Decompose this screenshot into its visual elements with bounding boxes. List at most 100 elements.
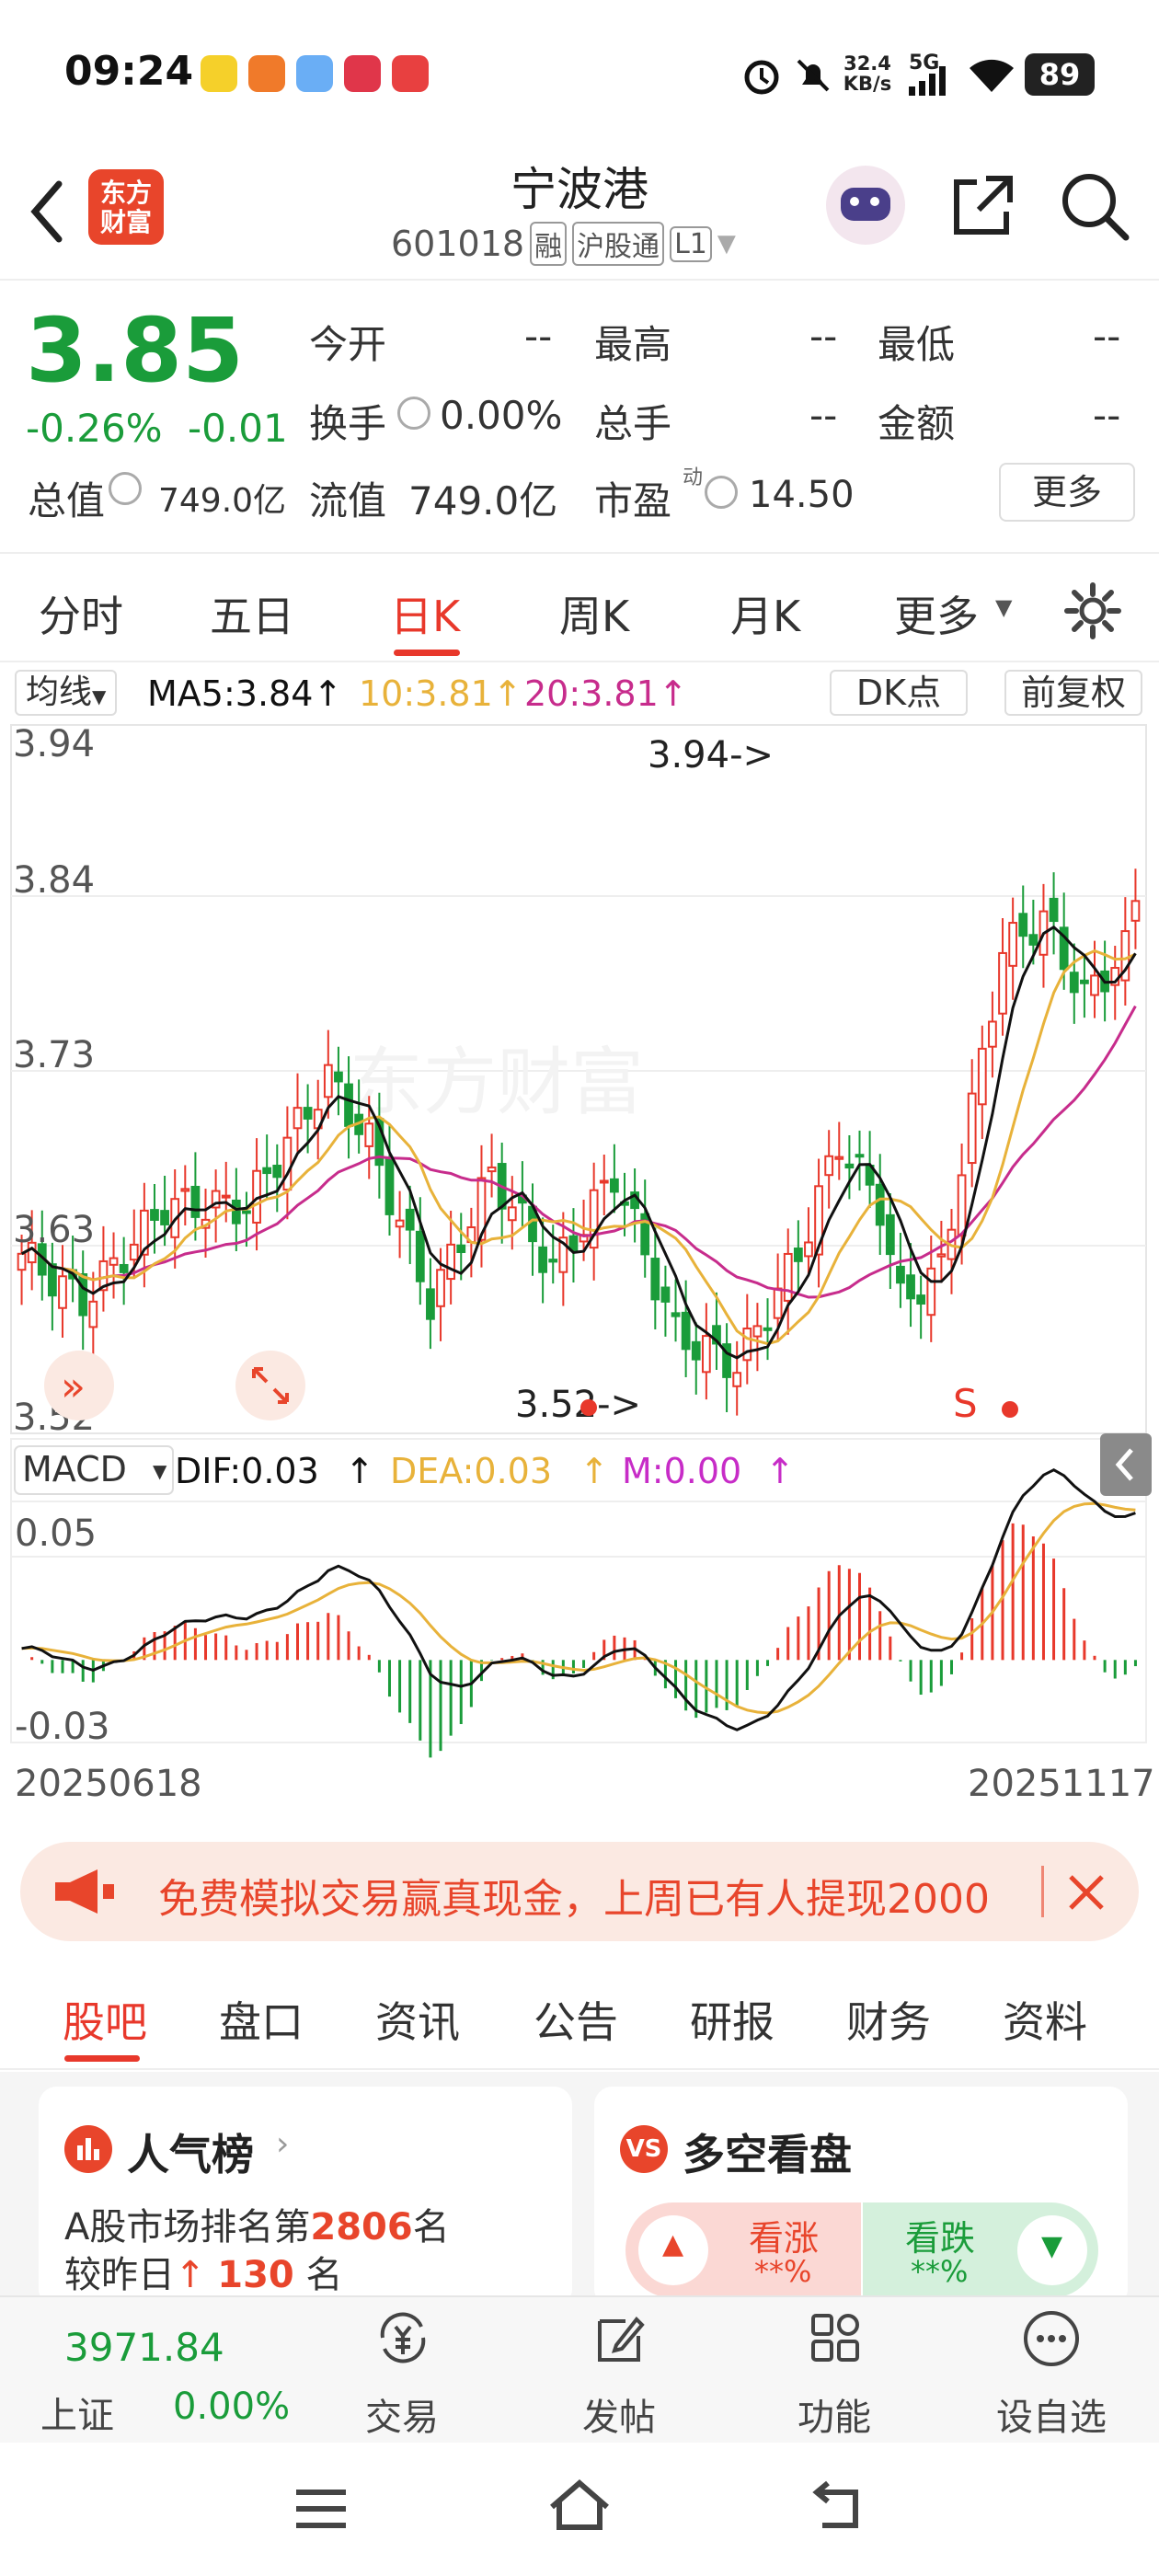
- stock-code-row[interactable]: 601018 融 沪股通 L1 ▼: [391, 221, 736, 267]
- tab-guba[interactable]: 股吧: [63, 1989, 147, 2050]
- home-icon[interactable]: [546, 2476, 613, 2535]
- candle-body: [1069, 972, 1079, 994]
- candle-body: [1049, 897, 1059, 923]
- candle-body: [763, 1327, 773, 1331]
- candle-body: [78, 1273, 88, 1317]
- candle-body: [896, 1265, 905, 1284]
- ma20-text: 20:3.81: [524, 673, 659, 714]
- search-icon[interactable]: [1058, 169, 1131, 243]
- dea-value: DEA:0.03: [390, 1451, 552, 1491]
- cards-area: 人气榜 › A股市场排名第2806名 较昨日↑ 130 名 VS 多空看盘 ▲ …: [0, 2072, 1159, 2307]
- index-value[interactable]: 3971.84: [64, 2325, 224, 2370]
- tab-research[interactable]: 研报: [690, 1989, 775, 2050]
- info-icon[interactable]: [109, 472, 142, 505]
- candle-body: [988, 1020, 997, 1048]
- ma5-text: MA5:3.84: [147, 673, 314, 714]
- adjust-button[interactable]: 前复权: [1004, 670, 1142, 716]
- pe-value: 14.50: [749, 474, 855, 516]
- change-amount: -0.01: [188, 406, 288, 451]
- alarm-icon: [744, 60, 779, 95]
- pe-sup: 动: [683, 466, 704, 489]
- rank-value: 2806: [310, 2206, 413, 2248]
- tab-announcements[interactable]: 公告: [534, 1989, 618, 2050]
- back-icon[interactable]: [24, 175, 70, 248]
- current-price: 3.85: [26, 299, 244, 402]
- candle-body: [916, 1294, 926, 1305]
- content-active-indicator: [64, 2055, 140, 2062]
- tab-monthly-k[interactable]: 月K: [730, 583, 800, 644]
- tab-more[interactable]: 更多: [894, 583, 979, 644]
- app-logo-line2: 财富: [99, 207, 152, 237]
- candle-body: [242, 1210, 251, 1214]
- promo-banner[interactable]: 免费模拟交易赢真现金，上周已有人提现2000: [20, 1842, 1139, 1941]
- wifi-icon: [970, 59, 1014, 92]
- collapse-panel-button[interactable]: [1100, 1433, 1152, 1496]
- mktcap-value: 749.0亿: [158, 482, 287, 520]
- dea-arrow: ↑: [580, 1451, 609, 1491]
- bullish-button[interactable]: ▲ 看涨 **%: [625, 2202, 861, 2298]
- float-label: 流值: [309, 478, 387, 523]
- add-watchlist-button[interactable]: 设自选: [992, 2297, 1111, 2444]
- candle-body: [1090, 974, 1099, 996]
- more-button[interactable]: 更多: [999, 463, 1135, 522]
- kline-chart[interactable]: 东方财富 3.94 3.84 3.73 3.63 3.52 3.94-> 3.5…: [0, 721, 1159, 1899]
- menu-icon[interactable]: [293, 2485, 350, 2533]
- tab-5day[interactable]: 五日: [210, 583, 294, 644]
- ma10-value: 10:3.81↑: [359, 673, 522, 714]
- candle-body: [88, 1300, 98, 1328]
- sentiment-title: 多空看盘: [683, 2130, 852, 2179]
- y-label-3: 3.73: [13, 1034, 95, 1076]
- candle-body: [344, 1083, 353, 1127]
- tab-weekly-k[interactable]: 周K: [559, 583, 629, 644]
- high-value: --: [809, 314, 838, 359]
- candle-body: [221, 1194, 231, 1199]
- ma5-value: MA5:3.84↑: [147, 673, 343, 714]
- ai-assistant-icon[interactable]: [826, 166, 905, 245]
- level-tag: L1: [670, 225, 712, 262]
- app-logo[interactable]: 东方 财富: [88, 169, 164, 245]
- content-tabs: 股吧 盘口 资讯 公告 研报 财务 资料: [0, 1960, 1159, 2070]
- close-icon[interactable]: [1065, 1871, 1107, 1914]
- mute-icon: [797, 59, 830, 92]
- index-change[interactable]: 0.00%: [173, 2386, 290, 2428]
- ma20-value: 20:3.81↑: [524, 673, 688, 714]
- turnover-info-icon[interactable]: [397, 397, 430, 430]
- status-bar: 09:24 32.4 KB/s 5G 89: [0, 0, 1159, 147]
- popularity-card[interactable]: 人气榜 › A股市场排名第2806名 较昨日↑ 130 名: [39, 2087, 572, 2307]
- tab-daily-k[interactable]: 日K: [390, 583, 460, 644]
- low-label: 最低: [878, 322, 956, 367]
- pe-label: 市盈: [594, 478, 672, 523]
- hgt-tag: 沪股通: [572, 222, 665, 266]
- tab-pankou[interactable]: 盘口: [219, 1989, 304, 2050]
- tab-news[interactable]: 资讯: [375, 1989, 460, 2050]
- functions-button[interactable]: 功能: [775, 2297, 894, 2444]
- candle-body: [681, 1311, 691, 1351]
- candle-body: [855, 1154, 865, 1158]
- back-nav-icon[interactable]: [809, 2479, 868, 2535]
- candle-body: [129, 1243, 139, 1261]
- more-dropdown-icon: ▼: [995, 594, 1013, 620]
- change-percent: -0.26%: [26, 406, 163, 451]
- candle-body: [180, 1188, 190, 1192]
- post-button[interactable]: 发帖: [559, 2297, 679, 2444]
- float-value: 749.0亿: [408, 478, 558, 523]
- trade-button[interactable]: 交易: [342, 2297, 462, 2444]
- candle-body: [977, 1047, 987, 1106]
- share-icon[interactable]: [947, 171, 1017, 241]
- promo-divider: [1041, 1866, 1044, 1917]
- bearish-label: 看跌: [905, 2218, 976, 2259]
- app-logo-line1: 东方: [99, 178, 152, 208]
- tab-finance[interactable]: 财务: [846, 1989, 931, 2050]
- settings-gear-icon[interactable]: [1063, 581, 1122, 640]
- ma-selector[interactable]: 均线▼: [15, 670, 118, 716]
- pe-info-icon[interactable]: [705, 476, 738, 509]
- bearish-button[interactable]: 看跌 **% ▼: [863, 2202, 1098, 2298]
- tab-profile[interactable]: 资料: [1003, 1989, 1087, 2050]
- sentiment-card[interactable]: VS 多空看盘 ▲ 看涨 **% 看跌 **% ▼: [594, 2087, 1128, 2307]
- fullscreen-icon[interactable]: [235, 1351, 305, 1420]
- dk-point-button[interactable]: DK点: [830, 670, 968, 716]
- index-name[interactable]: 上证: [40, 2386, 114, 2439]
- megaphone-icon: [55, 1869, 114, 1914]
- tab-intraday[interactable]: 分时: [39, 583, 123, 644]
- candle-body: [885, 1213, 895, 1256]
